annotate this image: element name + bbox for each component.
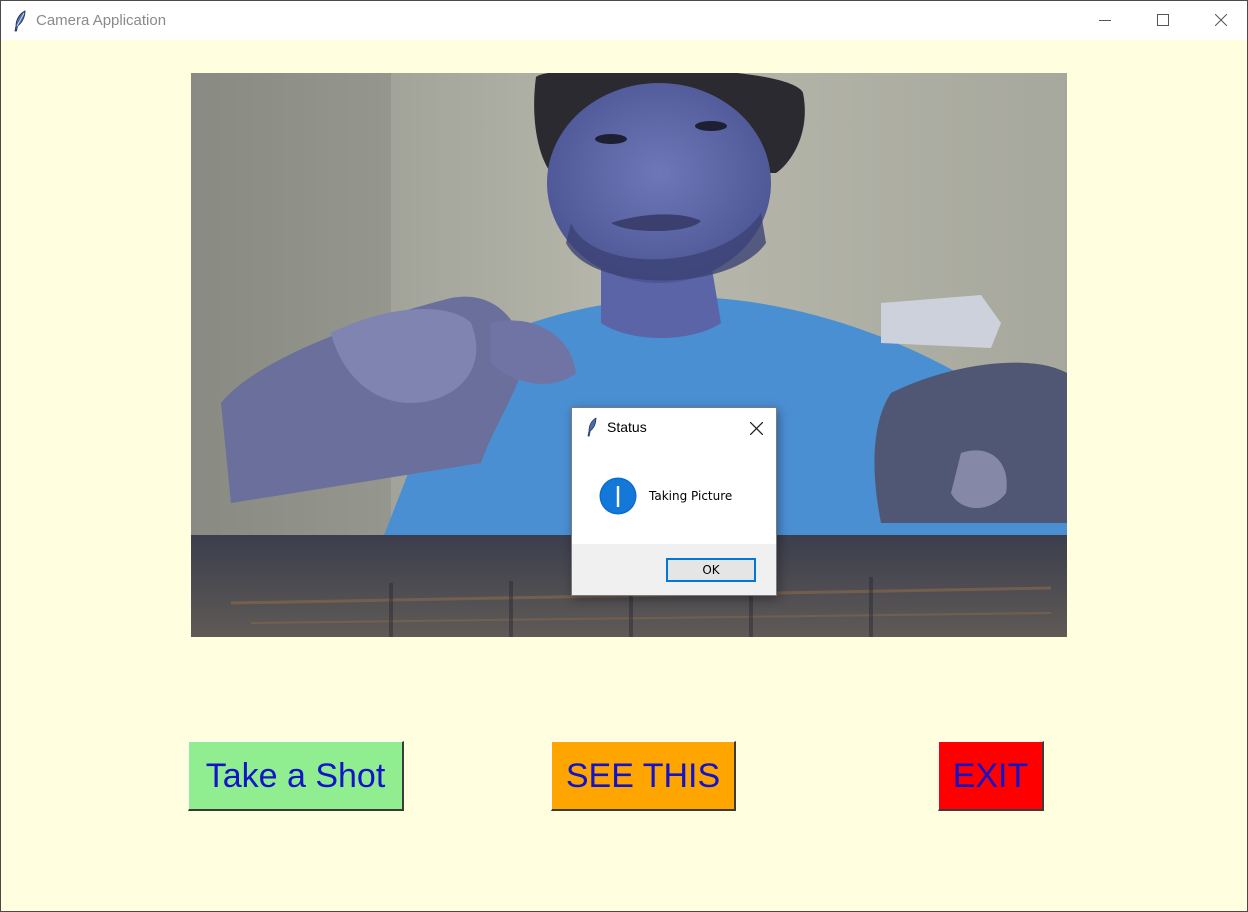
minimize-button[interactable] xyxy=(1082,1,1128,40)
minimize-icon xyxy=(1099,20,1111,21)
dialog-close-button[interactable] xyxy=(745,416,769,440)
close-icon xyxy=(750,422,763,435)
dialog-title: Status xyxy=(607,419,647,435)
feather-icon xyxy=(14,10,26,32)
see-this-button[interactable]: SEE THIS xyxy=(551,741,736,811)
window-title: Camera Application xyxy=(36,12,167,29)
dialog-footer: OK xyxy=(572,544,776,595)
exit-button[interactable]: EXIT xyxy=(938,741,1044,811)
status-dialog: Status Taking Picture OK xyxy=(571,407,777,596)
app-window: Camera Application Take a Shot SEE THIS … xyxy=(0,0,1248,912)
maximize-button[interactable] xyxy=(1140,1,1186,40)
take-shot-button[interactable]: Take a Shot xyxy=(188,741,404,811)
close-button[interactable] xyxy=(1198,1,1244,40)
close-icon xyxy=(1215,14,1227,26)
info-icon xyxy=(599,477,637,515)
ok-button[interactable]: OK xyxy=(666,558,756,582)
maximize-icon xyxy=(1157,14,1169,26)
dialog-message: Taking Picture xyxy=(649,489,733,503)
title-bar[interactable]: Camera Application xyxy=(1,1,1247,40)
feather-icon xyxy=(587,417,597,437)
